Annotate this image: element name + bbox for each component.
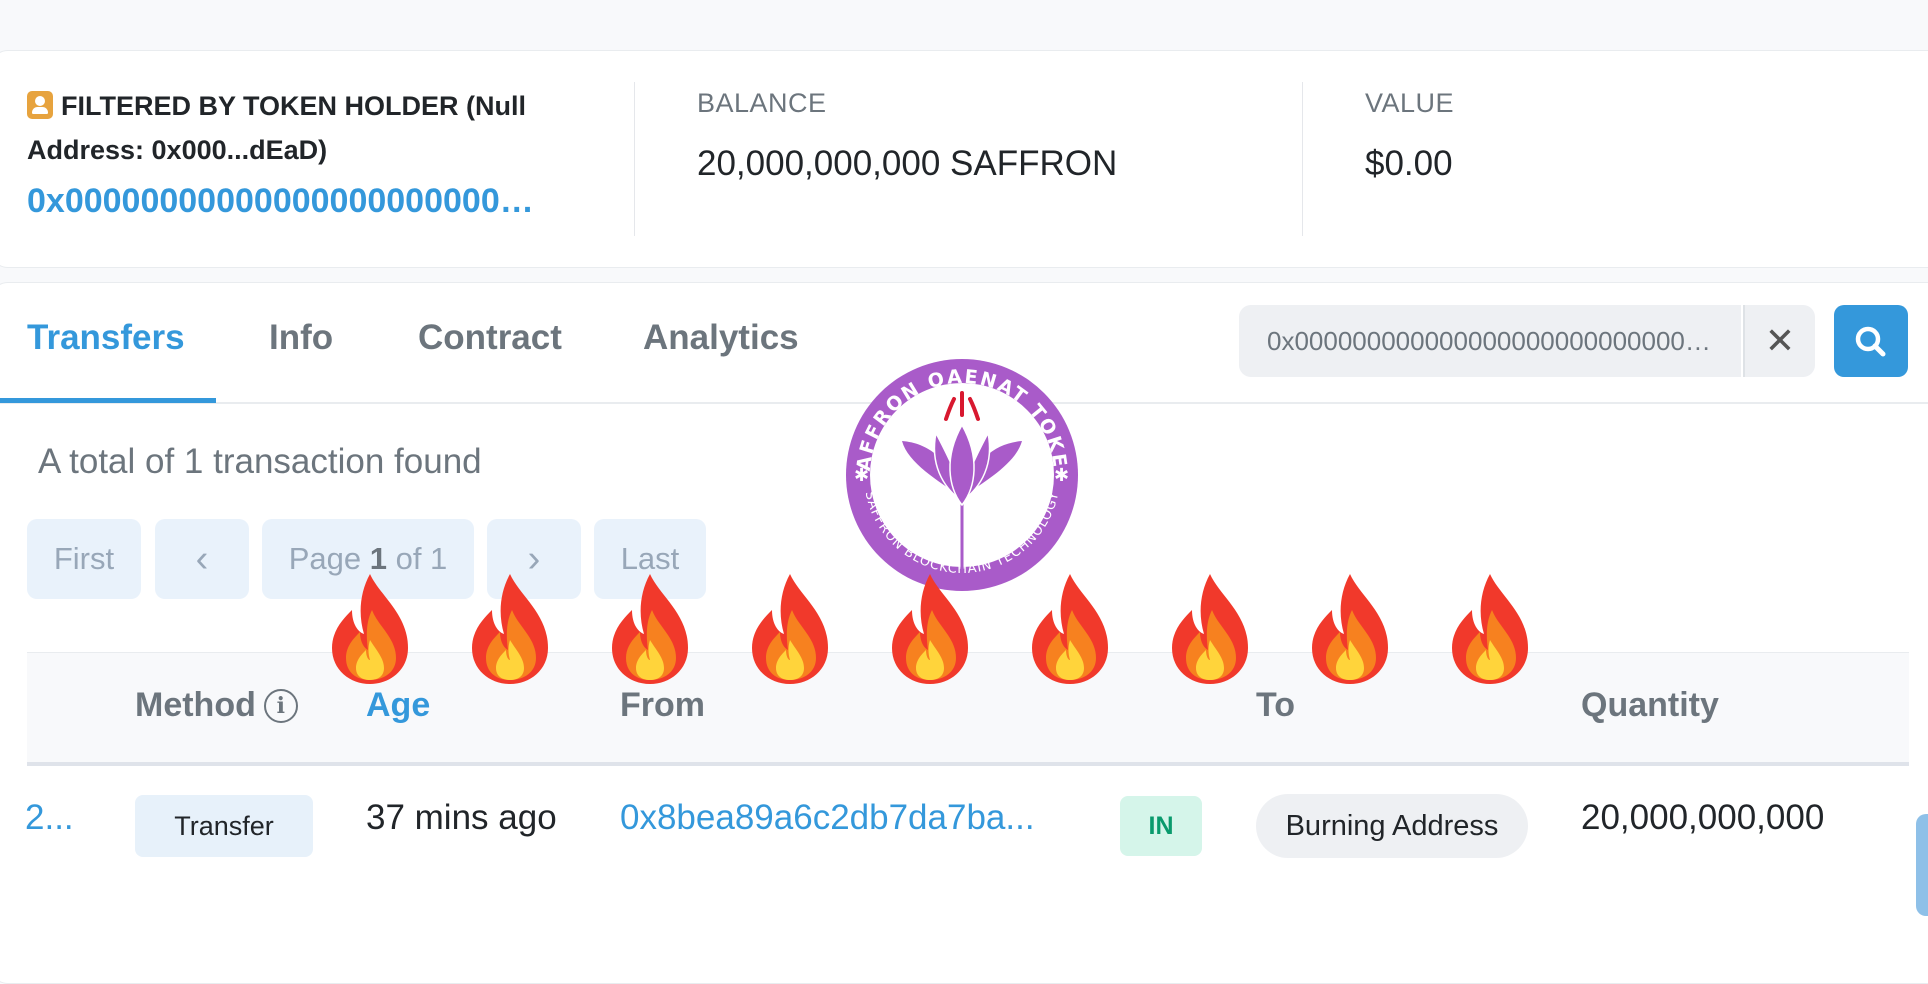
direction-badge: IN [1120, 796, 1202, 856]
tab-info[interactable]: Info [269, 318, 333, 358]
search-button[interactable] [1834, 305, 1908, 377]
svg-text:✱: ✱ [854, 465, 869, 486]
balance-value: 20,000,000,000 SAFFRON [697, 144, 1118, 183]
holder-address-link[interactable]: 0x000000000000000000000000000000000000dE… [27, 182, 547, 221]
divider [634, 82, 635, 236]
divider [1302, 82, 1303, 236]
pager-first-button[interactable]: First [27, 519, 141, 599]
pager-prev-button[interactable]: ‹ [155, 519, 249, 599]
filter-heading-text: FILTERED BY TOKEN HOLDER (Null Address: … [27, 91, 527, 165]
active-tab-indicator [0, 398, 216, 403]
column-quantity: Quantity [1581, 686, 1719, 724]
fire-icon [1032, 574, 1108, 684]
info-icon[interactable]: i [263, 689, 298, 723]
search-icon [1855, 326, 1886, 357]
fire-icon [1172, 574, 1248, 684]
close-icon: ✕ [1764, 320, 1796, 361]
svg-text:✱: ✱ [1054, 465, 1069, 486]
fire-icon [472, 574, 548, 684]
column-from: From [620, 686, 705, 724]
clear-search-button[interactable]: ✕ [1743, 305, 1815, 377]
column-method: Method i [135, 686, 298, 725]
balance-label: BALANCE [697, 88, 827, 118]
tab-analytics[interactable]: Analytics [643, 318, 799, 358]
fire-icon [612, 574, 688, 684]
age-cell: 37 mins ago [366, 798, 557, 837]
saffron-token-logo: SAFFRON QAENAT TOKEN SAFFRON BLOCKCHAIN … [842, 355, 1078, 591]
table-header-divider [27, 762, 1909, 766]
fire-icon [752, 574, 828, 684]
filter-heading: FILTERED BY TOKEN HOLDER (Null Address: … [27, 84, 587, 172]
from-address-link[interactable]: 0x8bea89a6c2db7da7ba... [620, 798, 1035, 838]
result-count: A total of 1 transaction found [38, 442, 482, 481]
contact-icon [27, 91, 53, 119]
search-input[interactable]: 0x000000000000000000000000000000000000dE… [1239, 305, 1741, 377]
fire-icon [332, 574, 408, 684]
tab-transfers[interactable]: Transfers [27, 318, 185, 358]
txn-hash-link[interactable]: 2... [25, 798, 74, 838]
value-label: VALUE [1365, 88, 1455, 118]
column-to: To [1256, 686, 1296, 724]
to-address-badge[interactable]: Burning Address [1256, 794, 1528, 858]
column-method-label: Method [135, 686, 256, 724]
value-amount: $0.00 [1365, 144, 1453, 183]
tab-contract[interactable]: Contract [418, 318, 562, 358]
method-badge: Transfer [135, 795, 313, 857]
filter-section: FILTERED BY TOKEN HOLDER (Null Address: … [27, 84, 587, 221]
fire-icon [892, 574, 968, 684]
fire-icon [1312, 574, 1388, 684]
quantity-cell: 20,000,000,000 [1581, 798, 1825, 837]
fire-icon [1452, 574, 1528, 684]
side-scroll-handle[interactable] [1916, 814, 1928, 916]
column-age[interactable]: Age [366, 686, 430, 725]
